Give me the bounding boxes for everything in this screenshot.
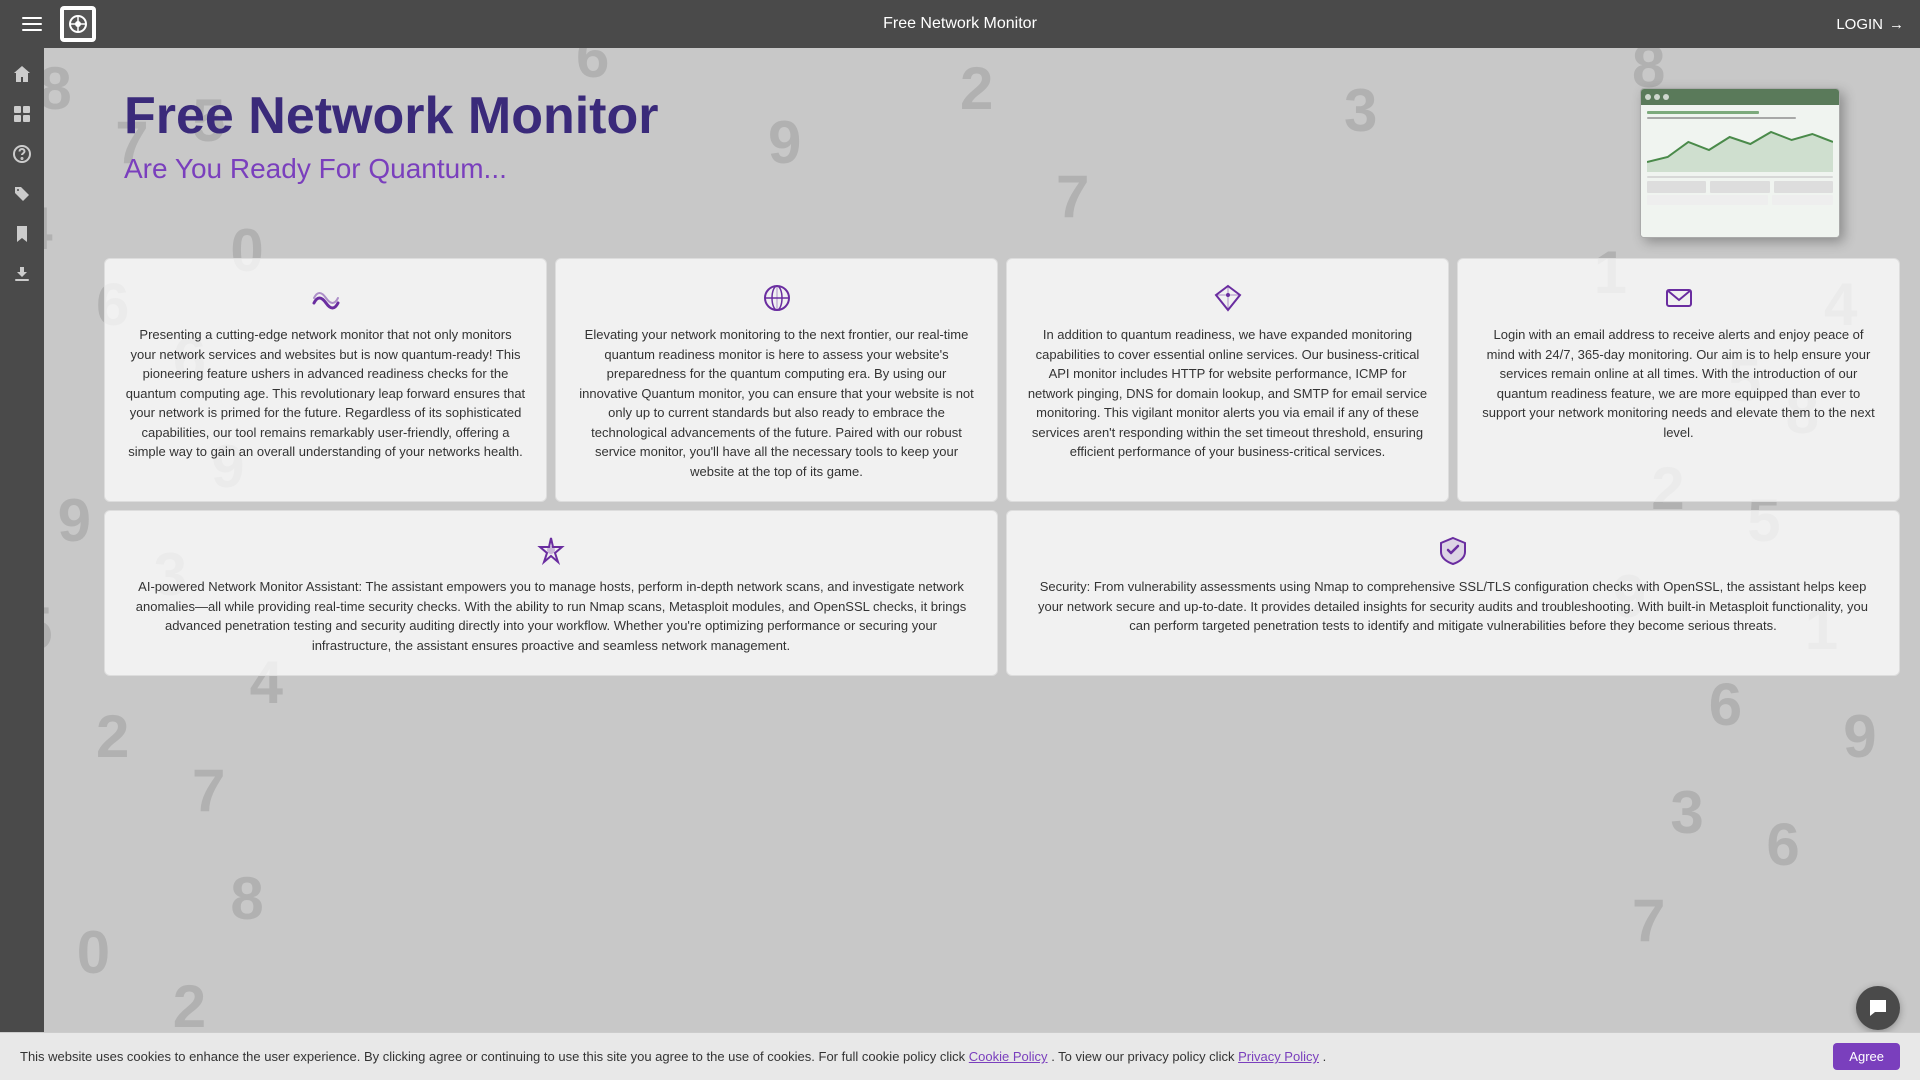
sidebar-item-dashboard[interactable] (4, 96, 40, 132)
card-security-text: Security: From vulnerability assessments… (1027, 577, 1879, 636)
login-button[interactable]: LOGIN → (1836, 16, 1904, 33)
card-network-monitor-text: Presenting a cutting-edge network monito… (125, 325, 526, 462)
main-content: Free Network Monitor Are You Ready For Q… (44, 0, 1920, 704)
card-quantum: Elevating your network monitoring to the… (555, 258, 998, 502)
chat-button[interactable] (1856, 986, 1900, 1030)
top-navigation: Free Network Monitor LOGIN → (0, 0, 1920, 48)
card-alerts: Login with an email address to receive a… (1457, 258, 1900, 502)
privacy-policy-link[interactable]: Privacy Policy (1238, 1049, 1319, 1064)
sidebar-item-bookmarks[interactable] (4, 216, 40, 252)
menu-button[interactable] (16, 8, 48, 40)
shield-icon (1027, 535, 1879, 565)
hero-text: Free Network Monitor Are You Ready For Q… (124, 88, 1620, 185)
hero-subtitle: Are You Ready For Quantum... (124, 153, 1620, 185)
card-network-monitor: Presenting a cutting-edge network monito… (104, 258, 547, 502)
hero-screenshot (1640, 88, 1840, 238)
agree-button[interactable]: Agree (1833, 1043, 1900, 1070)
star-icon (125, 535, 977, 565)
logo (60, 6, 96, 42)
globe-icon (576, 283, 977, 313)
hero-image (1640, 88, 1860, 238)
card-security: Security: From vulnerability assessments… (1006, 510, 1900, 676)
cookie-bar: This website uses cookies to enhance the… (0, 1032, 1920, 1080)
card-api: In addition to quantum readiness, we hav… (1006, 258, 1449, 502)
sidebar-item-home[interactable] (4, 56, 40, 92)
cookie-policy-link[interactable]: Cookie Policy (969, 1049, 1048, 1064)
card-quantum-text: Elevating your network monitoring to the… (576, 325, 977, 481)
cards-row-1: Presenting a cutting-edge network monito… (104, 258, 1900, 502)
sidebar (0, 48, 44, 1080)
feature-cards: Presenting a cutting-edge network monito… (44, 258, 1920, 704)
diamond-icon (1027, 283, 1428, 313)
cards-row-2: AI-powered Network Monitor Assistant: Th… (104, 510, 1900, 676)
sidebar-item-tags[interactable] (4, 176, 40, 212)
mail-icon (1478, 283, 1879, 313)
sidebar-item-help[interactable] (4, 136, 40, 172)
card-alerts-text: Login with an email address to receive a… (1478, 325, 1879, 442)
hero-section: Free Network Monitor Are You Ready For Q… (44, 48, 1920, 258)
nav-title: Free Network Monitor (883, 15, 1037, 33)
wave-icon (125, 283, 526, 313)
hero-title: Free Network Monitor (124, 88, 1620, 145)
card-ai-text: AI-powered Network Monitor Assistant: Th… (125, 577, 977, 655)
cookie-bar-text: This website uses cookies to enhance the… (20, 1049, 1825, 1064)
card-api-text: In addition to quantum readiness, we hav… (1027, 325, 1428, 462)
sidebar-item-download[interactable] (4, 256, 40, 292)
card-ai-assistant: AI-powered Network Monitor Assistant: Th… (104, 510, 998, 676)
